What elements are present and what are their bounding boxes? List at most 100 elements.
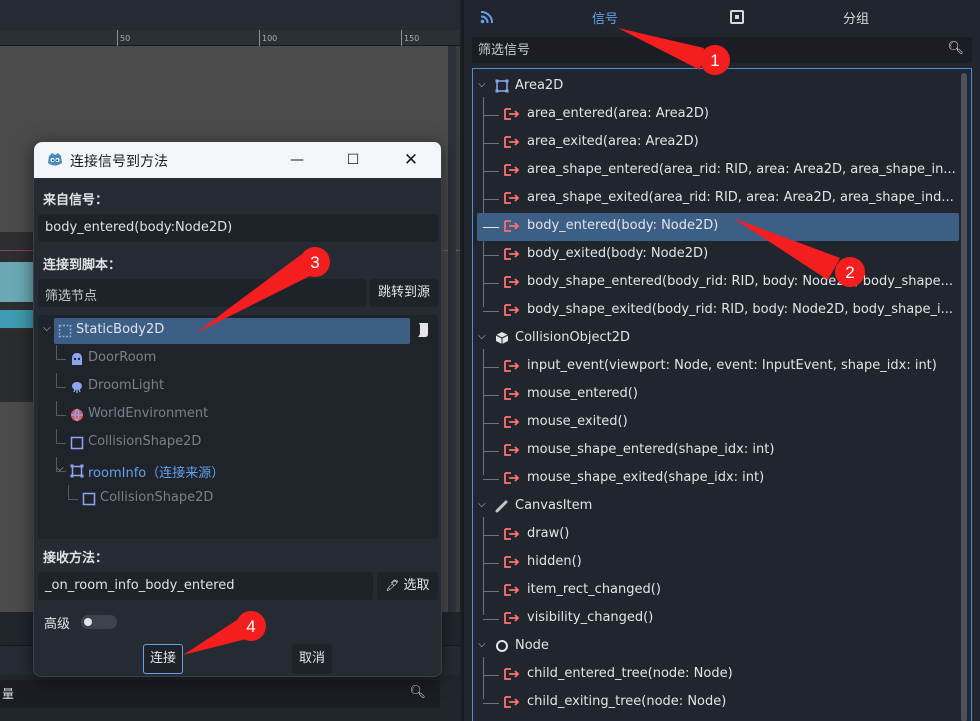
node-tree-row[interactable]: DroomLight bbox=[38, 373, 438, 401]
signal-row[interactable]: mouse_shape_exited(shape_idx: int) bbox=[473, 465, 963, 493]
node-tree-row[interactable]: DoorRoom bbox=[38, 345, 438, 373]
tree-guide-line bbox=[483, 675, 499, 676]
signal-row[interactable]: mouse_shape_entered(shape_idx: int) bbox=[473, 437, 963, 465]
signal-row[interactable]: area_entered(area: Area2D) bbox=[473, 101, 963, 129]
signal-row[interactable]: area_shape_exited(area_rid: RID, area: A… bbox=[473, 185, 963, 213]
chevron-down-icon[interactable]: ⌵ bbox=[56, 463, 64, 474]
maximize-icon[interactable]: ☐ bbox=[340, 148, 366, 172]
tree-guide-line bbox=[483, 563, 499, 564]
signal-row[interactable]: body_exited(body: Node2D) bbox=[473, 241, 963, 269]
category-row[interactable]: ⌵ CollisionObject2D bbox=[473, 325, 963, 353]
viewport-scrollbar[interactable] bbox=[448, 46, 456, 612]
signal-label: child_exiting_tree(node: Node) bbox=[527, 694, 727, 709]
signal-row[interactable]: draw() bbox=[473, 521, 963, 549]
receiver-method-field[interactable]: _on_room_info_body_entered bbox=[38, 572, 373, 600]
signal-row[interactable]: body_shape_entered(body_rid: RID, body: … bbox=[473, 269, 963, 297]
signal-row[interactable]: body_shape_exited(body_rid: RID, body: N… bbox=[473, 297, 963, 325]
signal-row[interactable]: hidden() bbox=[473, 549, 963, 577]
signal-row[interactable]: body_entered(body: Node2D) bbox=[477, 213, 959, 241]
signal-row[interactable]: mouse_exited() bbox=[473, 409, 963, 437]
area2d-icon bbox=[495, 79, 509, 93]
signal-label: area_entered(area: Area2D) bbox=[527, 106, 709, 121]
node-tree-row[interactable]: ⌵ roomInfo（连接来源） bbox=[38, 457, 438, 485]
minimize-icon[interactable]: — bbox=[284, 148, 310, 172]
node-tree[interactable]: ⌵ StaticBody2D DoorRoom DroomLight WorldEnvi… bbox=[38, 315, 438, 539]
screen: { "viewport": { "ruler_labels": ["50", "… bbox=[0, 0, 980, 721]
signal-row[interactable]: item_rect_changed() bbox=[473, 577, 963, 605]
signal-row[interactable]: visibility_changed() bbox=[473, 605, 963, 633]
collision-shape-icon bbox=[70, 436, 84, 450]
tree-guide-line bbox=[483, 227, 499, 228]
tab-signals[interactable]: 信号 bbox=[592, 8, 618, 27]
chevron-down-icon[interactable]: ⌵ bbox=[478, 500, 488, 510]
tab-groups[interactable]: 分组 bbox=[843, 8, 869, 27]
tree-guide-line bbox=[56, 471, 66, 472]
signal-icon bbox=[504, 443, 520, 457]
advanced-toggle[interactable] bbox=[81, 615, 117, 629]
filter-signals-field[interactable]: 🔍︎ bbox=[472, 37, 972, 63]
signal-icon bbox=[504, 163, 520, 177]
node-tree-row[interactable]: CollisionShape2D bbox=[38, 429, 438, 457]
dialog-title: 连接信号到方法 bbox=[70, 154, 168, 170]
signal-row[interactable]: mouse_entered() bbox=[473, 381, 963, 409]
tree-guide-line bbox=[483, 171, 499, 172]
signal-label: body_exited(body: Node2D) bbox=[527, 246, 709, 261]
node-circle-icon bbox=[495, 639, 509, 653]
signal-row[interactable]: area_shape_entered(area_rid: RID, area: … bbox=[473, 157, 963, 185]
signal-row[interactable]: area_exited(area: Area2D) bbox=[473, 129, 963, 157]
connect-button[interactable]: 连接 bbox=[143, 644, 183, 674]
pick-button-label: 选取 bbox=[403, 578, 430, 593]
category-label: CollisionObject2D bbox=[515, 330, 631, 345]
signal-label: hidden() bbox=[527, 554, 582, 569]
chevron-down-icon[interactable]: ⌵ bbox=[478, 332, 488, 342]
tree-guide-line bbox=[483, 451, 499, 452]
node-tree-row[interactable]: ⌵ StaticBody2D bbox=[38, 317, 438, 345]
signal-row[interactable]: child_entered_tree(node: Node) bbox=[473, 661, 963, 689]
category-row[interactable]: ⌵ Node bbox=[473, 633, 963, 661]
category-row[interactable]: ⌵ Area2D bbox=[473, 73, 963, 101]
tree-guide-line bbox=[56, 387, 66, 388]
signal-icon bbox=[504, 583, 520, 597]
signal-icon bbox=[504, 275, 520, 289]
category-row[interactable]: ⌵ CanvasItem bbox=[473, 493, 963, 521]
ruler-label: 100 bbox=[262, 34, 278, 43]
signals-tree[interactable]: ⌵ Area2D area_entered(area: Area2D) area_ex… bbox=[472, 68, 972, 721]
signal-row[interactable]: child_exiting_tree(node: Node) bbox=[473, 689, 963, 717]
world-env-icon bbox=[70, 408, 84, 422]
bottom-search-field[interactable]: 量 🔍︎ bbox=[0, 680, 440, 708]
filter-nodes-field[interactable]: 筛选节点 bbox=[38, 279, 366, 307]
node-name: CollisionShape2D bbox=[100, 490, 213, 505]
category-label: Node bbox=[515, 638, 549, 653]
node-icon[interactable] bbox=[730, 10, 744, 24]
viewport-toolbar bbox=[0, 0, 460, 30]
pick-method-button[interactable]: 🖊︎ 选取 bbox=[377, 572, 438, 600]
horizontal-ruler: 50 100 150 bbox=[0, 30, 460, 46]
chevron-down-icon[interactable]: ⌵ bbox=[478, 640, 488, 650]
tree-guide-line bbox=[483, 479, 499, 480]
node-signals-panel: 信号 分组 🔍︎ ⌵ Area2D area_entered(area: Area2… bbox=[462, 0, 980, 721]
dialog-titlebar[interactable]: 连接信号到方法 — ☐ ✕ bbox=[34, 142, 441, 178]
chevron-down-icon[interactable]: ⌵ bbox=[478, 80, 488, 90]
canvas-item-icon bbox=[495, 499, 509, 513]
close-icon[interactable]: ✕ bbox=[398, 148, 424, 172]
cancel-button[interactable]: 取消 bbox=[292, 644, 332, 674]
signal-icon bbox=[504, 667, 520, 681]
node-name: roomInfo（连接来源） bbox=[88, 462, 224, 481]
tree-guide-line bbox=[56, 373, 57, 387]
category-label: Area2D bbox=[515, 78, 564, 93]
signal-icon bbox=[504, 471, 520, 485]
filter-signals-input[interactable] bbox=[472, 37, 972, 63]
ruler-tick bbox=[259, 30, 260, 46]
advanced-label: 高级 bbox=[44, 617, 71, 632]
signal-icon bbox=[504, 303, 520, 317]
signal-row[interactable]: input_event(viewport: Node, event: Input… bbox=[473, 353, 963, 381]
chevron-down-icon[interactable]: ⌵ bbox=[43, 323, 51, 334]
area2d-icon bbox=[70, 464, 84, 478]
goto-source-button[interactable]: 跳转到源 bbox=[370, 279, 438, 307]
signal-icon bbox=[504, 695, 520, 709]
node-name: WorldEnvironment bbox=[88, 406, 208, 421]
node-tree-row[interactable]: CollisionShape2D bbox=[38, 485, 438, 513]
signal-rss-icon[interactable] bbox=[480, 10, 494, 24]
search-icon: 🔍︎ bbox=[409, 685, 426, 700]
node-tree-row[interactable]: WorldEnvironment bbox=[38, 401, 438, 429]
